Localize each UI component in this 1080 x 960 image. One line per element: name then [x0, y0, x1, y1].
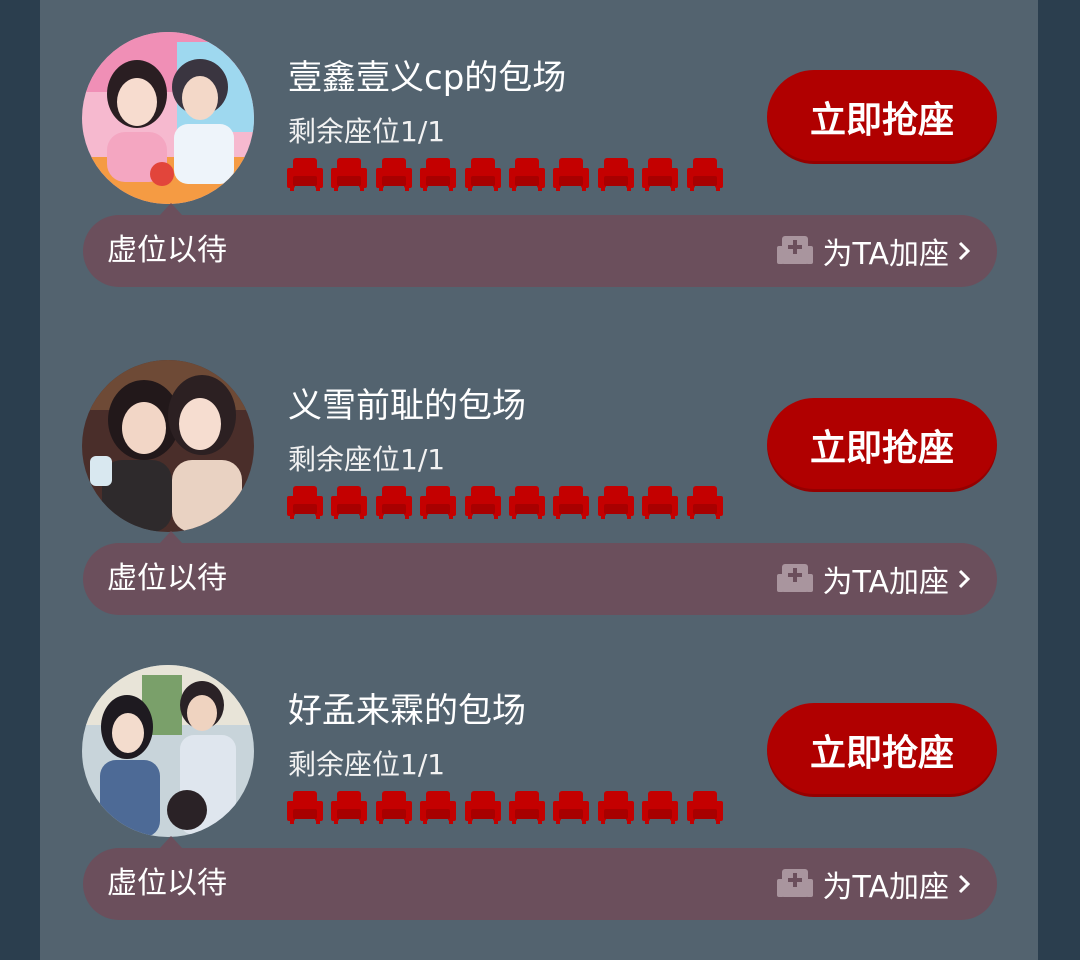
add-seat-icon [776, 234, 814, 268]
seat-icon [419, 787, 457, 825]
add-seat-link[interactable]: 为TA加座 [776, 543, 971, 615]
seat-icon [375, 482, 413, 520]
pill-pointer [160, 531, 182, 543]
seat-icon [464, 787, 502, 825]
add-seat-label: 为TA加座 [822, 565, 949, 600]
session-title: 义雪前耻的包场 [288, 386, 526, 426]
add-seat-label: 为TA加座 [822, 237, 949, 272]
seat-icon [508, 482, 546, 520]
vacancy-label: 虚位以待 [107, 233, 227, 268]
seat-icon [464, 482, 502, 520]
seat-icon [552, 787, 590, 825]
vacancy-label: 虚位以待 [107, 866, 227, 901]
session-title: 好孟来霖的包场 [288, 691, 526, 731]
seat-icon [597, 787, 635, 825]
seat-icon [597, 482, 635, 520]
avatar[interactable] [82, 32, 254, 204]
seat-icon [686, 482, 724, 520]
seat-icon [375, 154, 413, 192]
seat-icon [330, 154, 368, 192]
seat-icon [419, 154, 457, 192]
seats-remaining-text: 剩余座位1/1 [288, 748, 446, 781]
seat-icon [641, 787, 679, 825]
seat-icon [286, 482, 324, 520]
seat-icon [508, 154, 546, 192]
grab-seat-button[interactable]: 立即抢座 [767, 703, 997, 797]
chevron-right-icon [957, 568, 971, 590]
session-title: 壹鑫壹义cp的包场 [288, 58, 567, 98]
add-seat-icon [776, 562, 814, 596]
seat-icon-row [286, 154, 730, 192]
seat-icon [419, 482, 457, 520]
grab-seat-button[interactable]: 立即抢座 [767, 398, 997, 492]
seat-icon [686, 154, 724, 192]
add-seat-icon [776, 867, 814, 901]
add-seat-link[interactable]: 为TA加座 [776, 215, 971, 287]
chevron-right-icon [957, 873, 971, 895]
pill-pointer [160, 203, 182, 215]
seat-icon [286, 787, 324, 825]
vacancy-bar: 虚位以待 为TA加座 [83, 848, 997, 920]
seat-icon [330, 787, 368, 825]
avatar-image-icon [82, 360, 254, 532]
avatar[interactable] [82, 360, 254, 532]
seat-icon [641, 154, 679, 192]
avatar-image-icon [82, 665, 254, 837]
seats-remaining-text: 剩余座位1/1 [288, 443, 446, 476]
avatar[interactable] [82, 665, 254, 837]
seat-icon [375, 787, 413, 825]
seat-icon-row [286, 787, 730, 825]
seat-icon [686, 787, 724, 825]
vacancy-label: 虚位以待 [107, 561, 227, 596]
pill-pointer [160, 836, 182, 848]
avatar-image-icon [82, 32, 254, 204]
add-seat-label: 为TA加座 [822, 870, 949, 905]
seat-icon [597, 154, 635, 192]
chevron-right-icon [957, 240, 971, 262]
vacancy-bar: 虚位以待 为TA加座 [83, 215, 997, 287]
seat-icon-row [286, 482, 730, 520]
seat-icon [286, 154, 324, 192]
seats-remaining-text: 剩余座位1/1 [288, 115, 446, 148]
add-seat-link[interactable]: 为TA加座 [776, 848, 971, 920]
seat-icon [464, 154, 502, 192]
sessions-panel: 壹鑫壹义cp的包场 剩余座位1/1 立即抢座 虚位以待 为TA加座 义雪前耻的包… [40, 0, 1038, 960]
seat-icon [552, 482, 590, 520]
seat-icon [330, 482, 368, 520]
seat-icon [508, 787, 546, 825]
grab-seat-button[interactable]: 立即抢座 [767, 70, 997, 164]
vacancy-bar: 虚位以待 为TA加座 [83, 543, 997, 615]
seat-icon [552, 154, 590, 192]
seat-icon [641, 482, 679, 520]
